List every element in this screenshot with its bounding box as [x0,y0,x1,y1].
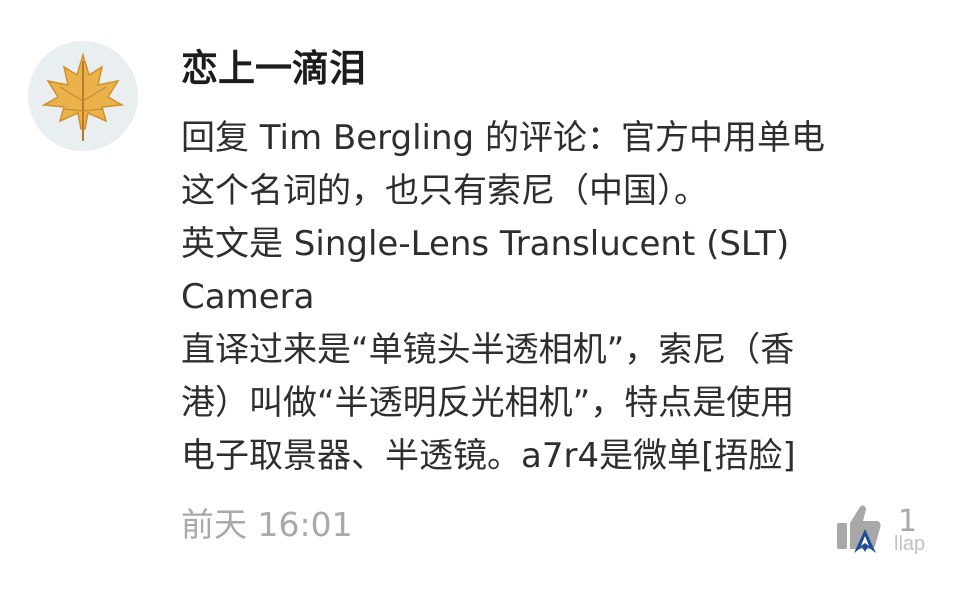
like-button[interactable]: 1 llap [836,503,936,563]
comment-line: 港）叫做“半透明反光相机”，特点是使用 [181,383,795,423]
username[interactable]: 恋上一滴泪 [181,44,366,94]
watermark-text: llap [894,533,926,555]
avatar[interactable] [28,41,138,151]
comment-line: 这个名词的，也只有索尼（中国）。 [181,171,708,211]
comment-line: Camera [181,277,315,317]
comment-line: 回复 Tim Bergling 的评论：官方中用单电 [181,118,825,158]
comment-line: 直译过来是“单镜头半透相机”，索尼（香 [181,330,795,370]
comment-body: 回复 Tim Bergling 的评论：官方中用单电 这个名词的，也只有索尼（中… [181,112,911,483]
comment-line: 电子取景器、半透镜。a7r4是微单[捂脸] [181,436,796,476]
comment-line: 英文是 Single-Lens Translucent (SLT) [181,224,790,264]
app-logo-icon [854,529,876,553]
comment-timestamp: 前天 16:01 [181,505,353,544]
maple-leaf-icon [28,41,138,151]
